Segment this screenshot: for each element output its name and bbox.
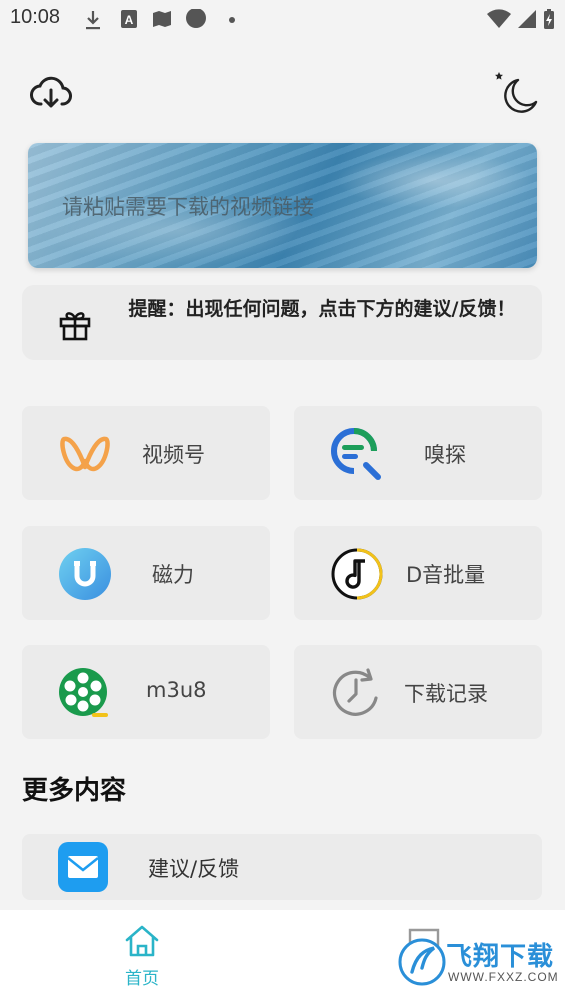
tile-douyin-batch[interactable]: D音批量 bbox=[294, 526, 542, 620]
mail-icon bbox=[58, 842, 108, 892]
butterfly-icon bbox=[60, 436, 110, 472]
download-status-icon bbox=[86, 11, 100, 30]
feedback-item[interactable]: 建议/反馈 bbox=[22, 834, 542, 900]
tile-label: 磁力 bbox=[152, 563, 194, 587]
app-status-icon: A bbox=[121, 10, 137, 28]
tile-label: 视频号 bbox=[142, 443, 205, 467]
more-content-title: 更多内容 bbox=[22, 776, 127, 806]
history-clock-icon bbox=[332, 668, 378, 716]
dot-status-icon bbox=[229, 17, 235, 23]
magnet-icon bbox=[59, 548, 111, 600]
battery-icon bbox=[544, 9, 554, 29]
film-reel-icon bbox=[59, 668, 108, 717]
fxxz-logo-icon bbox=[398, 938, 446, 986]
tile-label: 嗅探 bbox=[424, 443, 466, 467]
nav-home-label: 首页 bbox=[125, 969, 159, 989]
notice-card: 提醒：出现任何问题，点击下方的建议/反馈！ bbox=[22, 285, 542, 360]
nav-home-tab[interactable]: 首页 bbox=[112, 924, 172, 989]
map-status-icon bbox=[153, 11, 171, 27]
svg-text:A: A bbox=[125, 13, 134, 27]
dark-mode-moon-icon[interactable] bbox=[492, 70, 540, 118]
gift-icon bbox=[59, 312, 91, 341]
link-input-banner[interactable]: 请粘贴需要下载的视频链接 bbox=[28, 143, 537, 268]
tile-m3u8[interactable]: m3u8 bbox=[22, 645, 270, 739]
circle-status-icon bbox=[186, 9, 206, 28]
sniff-search-icon bbox=[331, 428, 381, 480]
signal-icon bbox=[518, 10, 536, 28]
status-time: 10:08 bbox=[10, 6, 61, 28]
tile-download-history[interactable]: 下载记录 bbox=[294, 645, 542, 739]
tile-label: m3u8 bbox=[146, 678, 207, 702]
home-icon bbox=[125, 925, 159, 957]
music-note-icon bbox=[331, 548, 383, 600]
watermark-url: WWW.FXXZ.COM bbox=[448, 970, 559, 984]
tile-sniff[interactable]: 嗅探 bbox=[294, 406, 542, 500]
feedback-label: 建议/反馈 bbox=[148, 857, 240, 881]
tile-channels[interactable]: 视频号 bbox=[22, 406, 270, 500]
wifi-icon bbox=[487, 9, 511, 28]
watermark-logo: 飞翔下载 WWW.FXXZ.COM bbox=[398, 928, 558, 998]
tile-label: D音批量 bbox=[406, 563, 486, 587]
status-bar: 10:08 A bbox=[0, 0, 565, 40]
cloud-download-icon[interactable] bbox=[30, 76, 72, 112]
watermark-text: 飞翔下载 bbox=[446, 941, 555, 971]
video-link-input[interactable]: 请粘贴需要下载的视频链接 bbox=[62, 191, 314, 221]
tile-label: 下载记录 bbox=[404, 682, 488, 706]
tile-magnet[interactable]: 磁力 bbox=[22, 526, 270, 620]
notice-text: 提醒：出现任何问题，点击下方的建议/反馈！ bbox=[128, 298, 516, 320]
